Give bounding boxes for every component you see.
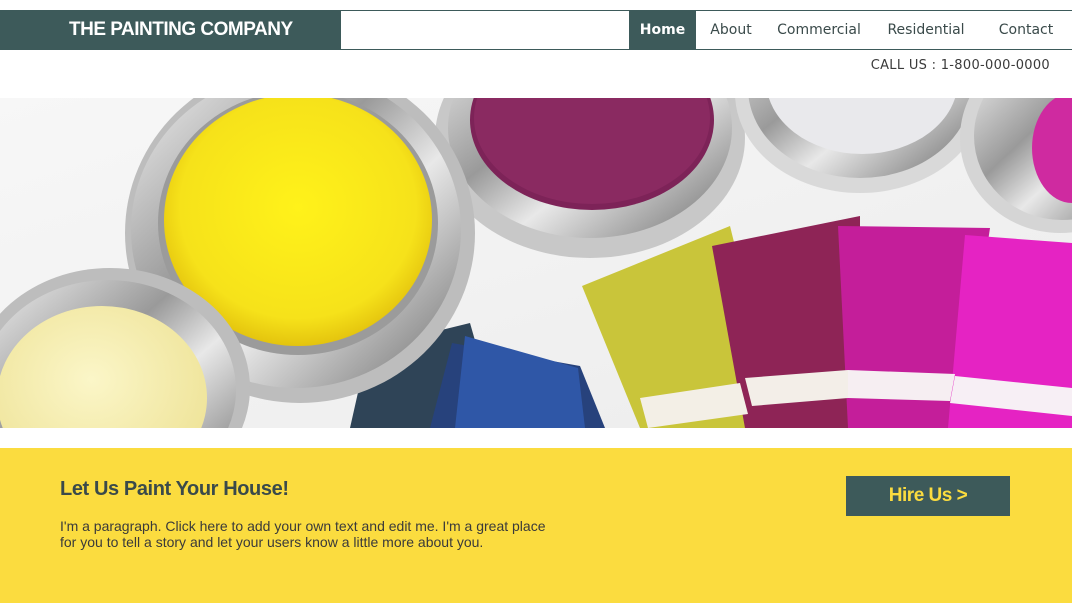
nav-commercial[interactable]: Commercial	[766, 11, 872, 49]
call-us-phone: CALL US : 1-800-000-0000	[870, 58, 1050, 73]
site-logo[interactable]: THE PAINTING COMPANY	[0, 10, 341, 50]
header-spacer	[341, 10, 629, 50]
cta-paragraph[interactable]: I'm a paragraph. Click here to add your …	[60, 518, 550, 550]
hire-us-button[interactable]: Hire Us >	[846, 476, 1010, 516]
main-nav: Home About Commercial Residential Contac…	[629, 10, 1072, 50]
nav-about[interactable]: About	[696, 11, 766, 49]
cta-title: Let Us Paint Your House!	[60, 478, 289, 500]
nav-home[interactable]: Home	[629, 11, 696, 49]
header-bar: THE PAINTING COMPANY Home About Commerci…	[0, 10, 1072, 50]
paint-cans-illustration	[0, 98, 1072, 428]
hero-image	[0, 98, 1072, 428]
cta-band: Let Us Paint Your House! I'm a paragraph…	[0, 448, 1072, 603]
nav-residential[interactable]: Residential	[872, 11, 980, 49]
nav-contact[interactable]: Contact	[980, 11, 1072, 49]
